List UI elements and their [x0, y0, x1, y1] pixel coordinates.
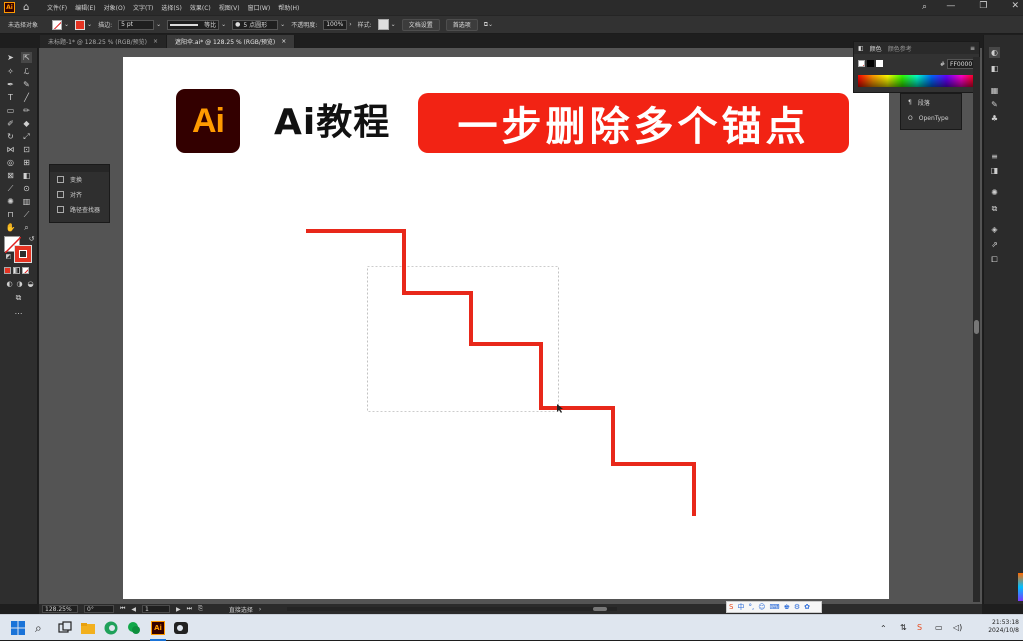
- gradient-panel-icon[interactable]: ◨: [989, 165, 1000, 176]
- ime-tools-icon[interactable]: ⚙: [794, 603, 800, 611]
- tab-color-guide[interactable]: 颜色参考: [888, 44, 912, 53]
- next-artboard-icon[interactable]: ▶: [176, 606, 181, 613]
- color-panel-icon[interactable]: ◐: [989, 47, 1000, 58]
- symbols-icon[interactable]: ♣: [989, 113, 1000, 124]
- status-menu-icon[interactable]: ›: [259, 606, 261, 613]
- align-icon: [57, 191, 64, 198]
- panel-item-transform[interactable]: 变换: [50, 172, 109, 187]
- panel-item-label: 段落: [917, 99, 930, 107]
- paragraph-icon: ¶: [908, 98, 912, 106]
- system-clock[interactable]: 21:53:18 2024/10/8: [988, 619, 1019, 635]
- color-strip: [1018, 573, 1023, 601]
- panel-item-label: 变换: [70, 177, 83, 184]
- rotation-field[interactable]: 0°: [84, 605, 114, 613]
- color-panel: ◧ 颜色 颜色参考 ≡ # FF0000: [853, 41, 980, 93]
- current-tool-label: 直接选择: [228, 606, 253, 614]
- vertical-scrollbar[interactable]: [973, 57, 980, 602]
- black-swatch[interactable]: [867, 60, 874, 67]
- panel-item-pathfinder[interactable]: 路径查找器: [50, 202, 109, 217]
- artboards-icon[interactable]: ⧠: [989, 254, 1000, 265]
- hex-prefix: #: [940, 61, 946, 68]
- transform-align-panel: 变换 对齐 路径查找器: [49, 164, 110, 223]
- tutorial-banner: 一步删除多个锚点: [418, 93, 849, 153]
- search-icon[interactable]: ⌕: [35, 621, 49, 635]
- logo-text: Ai: [192, 101, 225, 140]
- stroke-panel-icon[interactable]: ≡: [989, 151, 1000, 162]
- swatches-icon[interactable]: ▦: [989, 85, 1000, 96]
- ime-keyboard-icon[interactable]: ⌨: [770, 603, 780, 611]
- ime-mode[interactable]: 中: [737, 602, 744, 612]
- brushes-icon[interactable]: ✎: [989, 99, 1000, 110]
- color-guide-icon[interactable]: ◧: [989, 63, 1000, 74]
- windows-start-icon[interactable]: [11, 621, 25, 635]
- file-explorer-icon[interactable]: [81, 621, 95, 635]
- pathfinder-icon: [57, 206, 64, 213]
- artboard-number[interactable]: 1: [142, 605, 171, 613]
- panel-item-label: OpenType: [918, 114, 949, 122]
- staircase-path[interactable]: [306, 229, 696, 516]
- paragraph-panel: ¶ 段落 O OpenType: [900, 93, 962, 130]
- battery-icon[interactable]: ▭: [935, 623, 943, 632]
- horizontal-scroll-thumb[interactable]: [593, 607, 608, 611]
- ime-emoji-icon[interactable]: ☺: [758, 603, 765, 611]
- first-artboard-icon[interactable]: ⏮: [120, 605, 125, 613]
- wechat-icon[interactable]: [127, 621, 141, 635]
- screen-recorder-icon[interactable]: [174, 621, 188, 635]
- tray-overflow-icon[interactable]: ⌃: [880, 624, 887, 633]
- artboard-menu-icon[interactable]: ⎘: [198, 605, 203, 613]
- clock-date: 2024/10/8: [988, 627, 1019, 634]
- color-panel-tabs: ◧ 颜色 颜色参考 ≡: [854, 42, 979, 54]
- sogou-tray-icon[interactable]: S: [917, 623, 922, 632]
- edge-browser-icon[interactable]: [104, 621, 118, 635]
- panel-item-opentype[interactable]: O OpenType: [901, 110, 961, 126]
- transform-icon: [57, 176, 64, 183]
- vertical-scroll-thumb[interactable]: [974, 320, 979, 334]
- illustrator-taskbar-icon[interactable]: Ai: [151, 621, 165, 635]
- clock-time: 21:53:18: [992, 619, 1019, 626]
- last-artboard-icon[interactable]: ⏭: [187, 605, 192, 613]
- color-spectrum[interactable]: [858, 75, 976, 87]
- export-icon[interactable]: ⇗: [989, 239, 1000, 250]
- illustrator-logo: Ai: [176, 89, 240, 153]
- horizontal-scrollbar[interactable]: [287, 607, 618, 611]
- white-swatch[interactable]: [876, 60, 883, 67]
- layers-icon[interactable]: ◈: [989, 224, 1000, 235]
- ime-toolbar: S 中 °, ☺ ⌨ ♚ ⚙ ✿: [726, 601, 822, 613]
- none-swatch[interactable]: [858, 60, 865, 67]
- appearance-icon[interactable]: ✺: [989, 187, 1000, 198]
- task-view-icon[interactable]: [58, 621, 72, 635]
- selection-marquee: [367, 266, 559, 412]
- ime-punct-icon[interactable]: °,: [748, 603, 754, 611]
- panel-item-label: 路径查找器: [70, 207, 101, 214]
- ime-settings-icon[interactable]: ✿: [804, 603, 810, 611]
- prev-artboard-icon[interactable]: ◀: [131, 606, 136, 613]
- panel-item-align[interactable]: 对齐: [50, 187, 109, 202]
- status-bar: 128.25% 0° ⏮ ◀ 1 ▶ ⏭ ⎘ 直接选择 ›: [39, 604, 982, 614]
- opentype-icon: O: [908, 114, 913, 122]
- ime-logo-icon: S: [729, 603, 734, 611]
- color-tab-icon: ◧: [858, 44, 864, 52]
- network-icon[interactable]: ⇅: [900, 623, 907, 632]
- speaker-icon[interactable]: ◁): [953, 623, 962, 632]
- panel-item-paragraph[interactable]: ¶ 段落: [901, 94, 961, 110]
- tutorial-title: Ai教程: [274, 102, 391, 143]
- ime-skin-icon[interactable]: ♚: [784, 603, 790, 611]
- graphic-styles-icon[interactable]: ⧉: [989, 203, 1000, 214]
- panel-header[interactable]: [50, 165, 109, 172]
- hex-input[interactable]: FF0000: [947, 59, 976, 69]
- color-swatches: [858, 60, 883, 67]
- taskbar: ⌕ Ai ⌃ ⇅ S ▭ ◁) 21:53:18 2024/10/8: [0, 614, 1023, 641]
- panel-menu-icon[interactable]: ≡: [970, 45, 975, 52]
- right-dock: ◐ ◧ ▦ ✎ ♣ ≡ ◨ ✺ ⧉ ◈ ⇗ ⧠: [983, 35, 1023, 604]
- zoom-field[interactable]: 128.25%: [42, 605, 78, 613]
- tab-color[interactable]: 颜色: [870, 44, 882, 53]
- panel-item-label: 对齐: [70, 192, 83, 199]
- banner-text: 一步删除多个锚点: [457, 104, 810, 150]
